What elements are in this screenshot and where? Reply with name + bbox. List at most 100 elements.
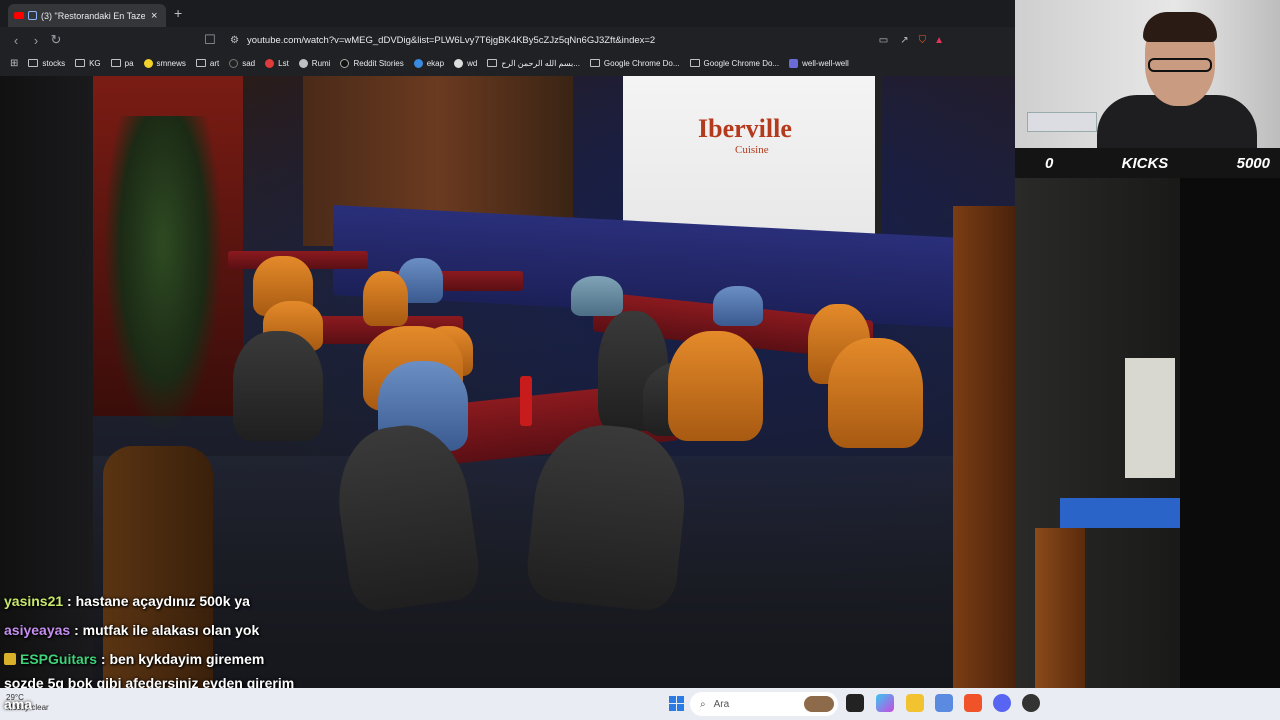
folder-icon	[75, 59, 86, 67]
side-paper	[1125, 358, 1175, 478]
chat-text: : mutfak ile alakası olan yok	[70, 622, 260, 638]
bookmark-label: KG	[89, 58, 101, 68]
bookmark-smnews[interactable]: smnews	[143, 58, 186, 68]
copilot-icon[interactable]	[876, 694, 894, 712]
well-icon	[789, 58, 799, 68]
discord-icon[interactable]	[993, 694, 1011, 712]
video-side-strip	[1015, 178, 1280, 688]
task-view-icon[interactable]	[846, 694, 864, 712]
ketchup-bottle	[520, 376, 532, 426]
chair	[668, 331, 763, 441]
youtube-icon	[14, 12, 24, 19]
bookmark-label: Google Chrome Do...	[703, 58, 780, 68]
chat-username: asiyeayas	[4, 622, 71, 638]
address-bar[interactable]: ⚙ youtube.com/watch?v=wMEG_dDVDig&list=P…	[224, 30, 944, 50]
bookmark-label: Rumi	[311, 58, 331, 68]
bookmark-pa[interactable]: pa	[110, 58, 134, 68]
taskbar-search[interactable]: ⌕ Ara	[690, 692, 838, 716]
chat-text: : ben kykdayim giremem	[97, 651, 265, 667]
screen-logo: Iberville	[698, 114, 792, 143]
smnews-icon	[143, 58, 153, 68]
bookmark-label: pa	[124, 58, 134, 68]
streamer-glasses	[1148, 58, 1212, 72]
apps-grid-icon[interactable]: ⊞	[10, 58, 18, 69]
windows-taskbar: 29°C Mostly clear ama ⌕ Ara	[0, 688, 1280, 720]
bookmark-label: wd	[467, 58, 478, 68]
side-wood	[1035, 528, 1085, 688]
page-icon	[487, 59, 498, 67]
url-text: youtube.com/watch?v=wMEG_dDVDig&list=PLW…	[246, 34, 656, 46]
bookmark-wd[interactable]: wd	[454, 58, 478, 68]
bookmark-reddit-stories[interactable]: Reddit Stories	[340, 58, 404, 68]
bookmark-label: sad	[242, 58, 256, 68]
chat-message: yasins21 : hastane açaydınız 500k ya	[4, 593, 250, 609]
file-explorer-icon[interactable]	[906, 694, 924, 712]
bookmark-label: Google Chrome Do...	[603, 58, 680, 68]
new-tab-button[interactable]: +	[174, 5, 182, 21]
lst-icon	[265, 58, 275, 68]
bookmark-label: stocks	[42, 58, 66, 68]
bookmark-label: Lst	[278, 58, 289, 68]
brave-shield-icon[interactable]: ⛉	[919, 35, 927, 46]
chair	[571, 276, 623, 316]
chat-username: ESPGuitars	[20, 651, 98, 667]
snipping-tool-icon[interactable]	[935, 694, 953, 712]
windows-start-icon[interactable]	[669, 696, 684, 711]
chat-message: asiyeayas : mutfak ile alakası olan yok	[4, 622, 259, 638]
reddit-icon	[340, 58, 350, 68]
reload-icon[interactable]: ↻	[46, 32, 66, 48]
obs-icon[interactable]	[1022, 694, 1040, 712]
bookmark-chrome-docs-2[interactable]: Google Chrome Do...	[689, 58, 780, 68]
chat-fragment: ama	[4, 696, 33, 712]
bookmark-bismillah[interactable]: بسم الله الرحمن الرح...	[487, 59, 580, 68]
ekap-icon	[413, 58, 423, 68]
rewards-icon[interactable]: ▲	[934, 35, 944, 46]
bookmark-art[interactable]: art	[195, 58, 220, 68]
cast-icon[interactable]: ▭	[879, 35, 888, 46]
bookmark-stocks[interactable]: stocks	[28, 59, 65, 68]
chair	[363, 271, 408, 326]
subscriber-badge-icon	[4, 653, 16, 665]
site-info-icon[interactable]: ⚙	[230, 35, 239, 46]
bookmark-lst[interactable]: Lst	[265, 58, 289, 68]
chair	[713, 286, 763, 326]
bookmark-well-well-well[interactable]: well-well-well	[789, 58, 849, 68]
kicks-label: KICKS	[1121, 154, 1169, 172]
bookmarks-bar: ⊞ stocks KG pa smnews art sad Lst Rumi R…	[0, 53, 1015, 73]
plant	[103, 116, 223, 436]
chat-text: : hastane açaydınız 500k ya	[63, 593, 250, 609]
bookmark-ekap[interactable]: ekap	[413, 58, 445, 68]
bookmark-label: ekap	[426, 58, 445, 68]
back-icon[interactable]: ‹	[6, 33, 26, 48]
bookmark-rumi[interactable]: Rumi	[298, 58, 331, 68]
bookmark-icon[interactable]: ☐	[200, 32, 220, 48]
folder-icon	[195, 59, 206, 67]
bookmark-label: art	[209, 58, 220, 68]
side-blue-edge	[1060, 498, 1180, 528]
forward-icon[interactable]: ›	[26, 33, 46, 48]
bookmark-label: smnews	[156, 58, 186, 68]
share-icon[interactable]: ↗	[900, 35, 908, 46]
search-placeholder: Ara	[713, 698, 730, 710]
tab-youtube[interactable]: (3) "Restorandaki En Taze Şey" ×	[8, 4, 166, 27]
bookmark-chrome-docs-1[interactable]: Google Chrome Do...	[589, 58, 680, 68]
brave-browser-icon[interactable]	[964, 694, 982, 712]
chair	[233, 331, 323, 441]
folder-icon	[689, 59, 700, 67]
chat-message: ESPGuitars : ben kykdayim giremem	[4, 651, 264, 667]
bookmark-label: well-well-well	[802, 58, 849, 68]
bookmark-sad[interactable]: sad	[229, 58, 256, 68]
tab-strip: (3) "Restorandaki En Taze Şey" × +	[0, 0, 1015, 27]
webcam-feed	[1015, 0, 1280, 148]
webcam-shelf	[1027, 112, 1097, 132]
folder-icon	[28, 59, 39, 67]
bookmark-label: بسم الله الرحمن الرح...	[501, 58, 580, 68]
chair	[828, 338, 923, 448]
sad-icon	[229, 58, 239, 68]
bookmark-kg[interactable]: KG	[75, 59, 101, 68]
rumi-icon	[298, 58, 308, 68]
folder-icon	[110, 59, 121, 67]
streamer-hair	[1143, 12, 1217, 42]
search-icon: ⌕	[700, 698, 706, 710]
tab-close-icon[interactable]: ×	[151, 10, 157, 22]
